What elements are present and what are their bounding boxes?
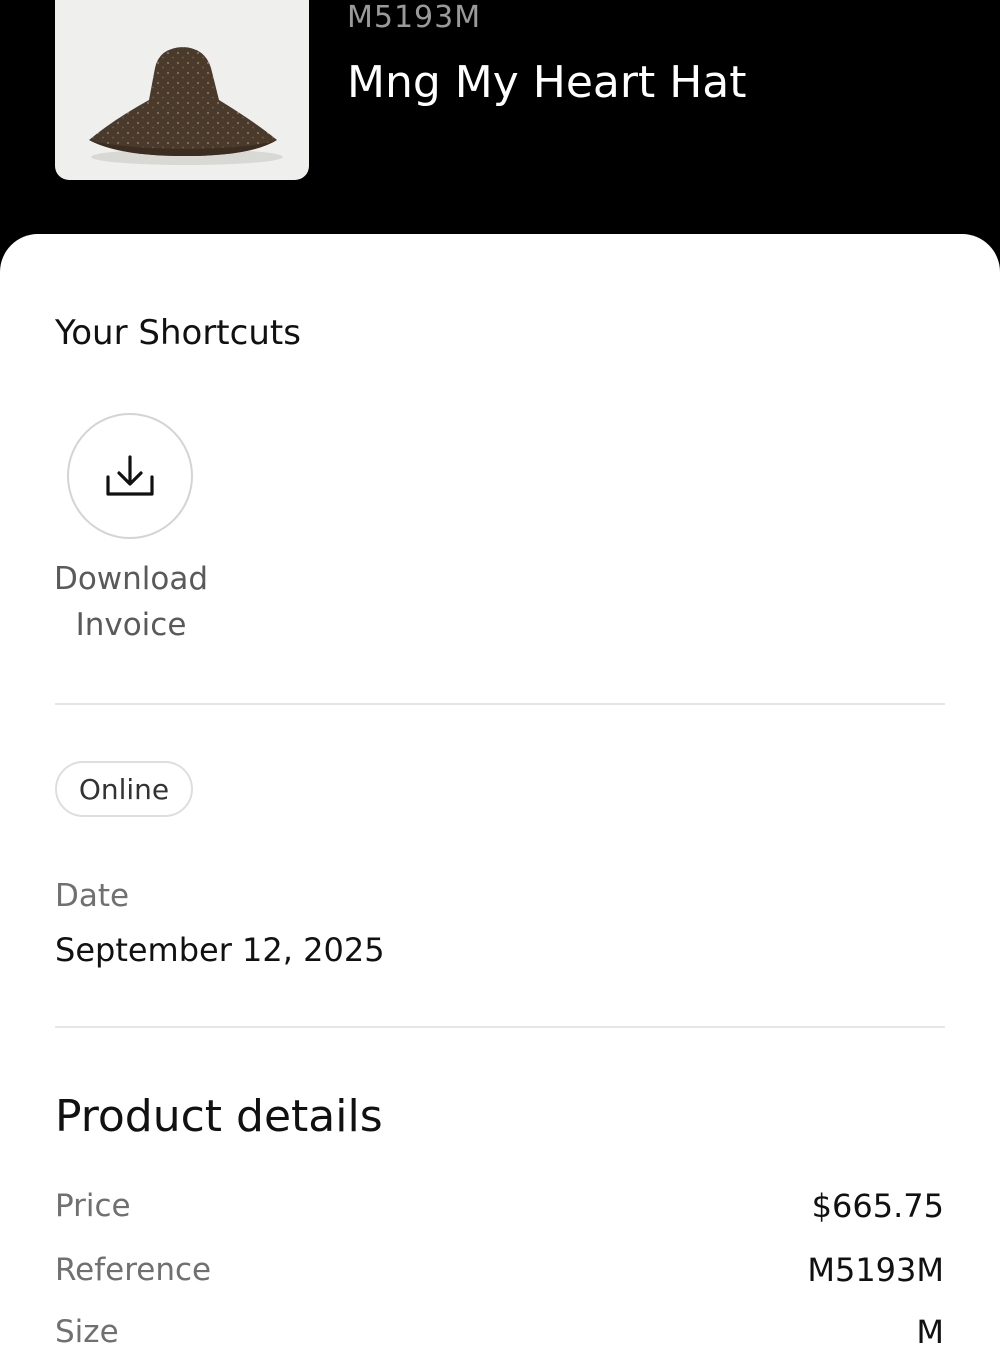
product-reference-code: M5193M <box>347 0 482 35</box>
download-icon <box>106 455 154 496</box>
download-invoice-button[interactable] <box>67 413 193 539</box>
product-name: Mng My Heart Hat <box>347 57 747 108</box>
bucket-hat-image <box>89 47 283 165</box>
shortcuts-title: Your Shortcuts <box>55 313 301 353</box>
order-detail-sheet: Your Shortcuts Download Invoice Online D… <box>0 234 1000 1354</box>
date-value: September 12, 2025 <box>55 931 385 969</box>
download-invoice-label-line2: Invoice <box>75 607 187 643</box>
download-invoice-label-line1: Download <box>53 561 209 597</box>
price-label: Price <box>55 1188 131 1224</box>
download-invoice-label[interactable]: Download Invoice <box>30 556 232 648</box>
divider <box>55 703 945 705</box>
product-thumbnail[interactable] <box>55 0 309 180</box>
date-label: Date <box>55 878 130 914</box>
price-value: $665.75 <box>811 1187 944 1225</box>
size-label: Size <box>55 1314 119 1350</box>
product-details-title: Product details <box>55 1091 383 1142</box>
divider <box>55 1026 945 1028</box>
reference-value: M5193M <box>807 1251 944 1289</box>
reference-label: Reference <box>55 1252 212 1288</box>
size-value: M <box>916 1313 944 1351</box>
channel-badge: Online <box>55 761 193 817</box>
